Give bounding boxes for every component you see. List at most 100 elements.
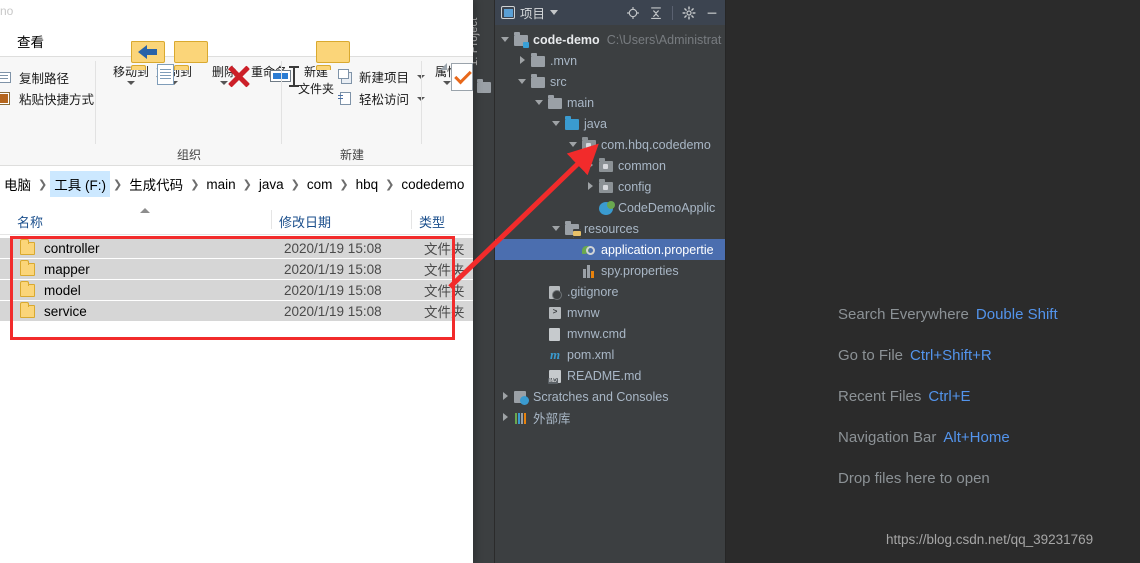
spring-class-icon [598, 200, 615, 216]
chevron-down-icon[interactable] [127, 81, 135, 85]
locate-target-icon[interactable] [626, 6, 640, 20]
file-modified-date: 2020/1/19 15:08 [284, 240, 382, 256]
tree-item-application-propertie[interactable]: application.propertie [495, 239, 725, 260]
twisty-open-icon[interactable] [551, 113, 564, 134]
properties-button[interactable]: 属性 [420, 63, 473, 91]
tree-item-mvnw[interactable]: > mvnw [495, 302, 725, 323]
tree-item-common[interactable]: common [495, 155, 725, 176]
tree-item-scratches-and-consoles[interactable]: Scratches and Consoles [495, 386, 725, 407]
tree-item-com-hbq-codedemo[interactable]: com.hbq.codedemo [495, 134, 725, 155]
breadcrumb-item-2[interactable]: 生成代码 [125, 171, 187, 197]
chevron-down-icon[interactable] [443, 81, 451, 85]
hint-shortcut: Ctrl+Shift+R [910, 347, 992, 364]
breadcrumb-item-1[interactable]: 工具 (F:) [50, 171, 110, 197]
tree-item-resources[interactable]: resources [495, 218, 725, 239]
copy-to-button[interactable]: 复制到 [147, 41, 208, 85]
twisty-closed-icon[interactable] [500, 386, 513, 407]
tree-item-main[interactable]: main [495, 92, 725, 113]
column-header-type[interactable]: 类型 [419, 212, 445, 231]
twisty-open-icon[interactable] [500, 29, 513, 50]
folder-icon [20, 259, 35, 276]
tree-item-java[interactable]: java [495, 113, 725, 134]
twisty-open-icon[interactable] [568, 134, 581, 155]
tree-item--gitignore[interactable]: .gitignore [495, 281, 725, 302]
settings-gear-icon[interactable] [682, 5, 696, 20]
file-row[interactable]: controller 2020/1/19 15:08 文件夹 [0, 238, 473, 259]
folder-icon [20, 280, 35, 297]
screenshot-root: 1: Project 项目 code-demo C:\Users\Adminis… [0, 0, 1140, 563]
tree-item--[interactable]: 外部库 [495, 407, 725, 428]
copy-path-button[interactable]: 复制路径 [0, 68, 69, 87]
hint-shortcut: Double Shift [975, 306, 1058, 323]
hint-row-go-to-file: Go to File Ctrl+Shift+R [838, 344, 1138, 385]
file-row[interactable]: service 2020/1/19 15:08 文件夹 [0, 301, 473, 322]
breadcrumb-item-7[interactable]: codedemo [397, 174, 468, 195]
file-row[interactable]: model 2020/1/19 15:08 文件夹 [0, 280, 473, 301]
scratches-icon [513, 389, 530, 405]
tree-item-code-demo[interactable]: code-demo C:\Users\Administrat [495, 29, 725, 50]
hint-row-search-everywhere: Search Everywhere Double Shift [838, 303, 1138, 344]
new-folder-button[interactable]: 新建 文件夹 [289, 41, 350, 97]
file-modified-date: 2020/1/19 15:08 [284, 261, 382, 277]
easy-access-label: 轻松访问 [359, 93, 410, 107]
tree-item--mvn[interactable]: .mvn [495, 50, 725, 71]
new-item-icon [338, 68, 354, 85]
file-list[interactable]: controller 2020/1/19 15:08 文件夹 mapper 2020/1… [0, 238, 473, 322]
breadcrumb-item-3[interactable]: main [202, 174, 239, 195]
tree-item-label: java [584, 116, 607, 131]
tree-item-mvnw-cmd[interactable]: mvnw.cmd [495, 323, 725, 344]
tree-item-label: .mvn [550, 53, 578, 68]
tree-item-label: resources [584, 221, 639, 236]
collapse-all-icon[interactable] [649, 6, 663, 20]
breadcrumb[interactable]: 电脑 ❯ 工具 (F:) ❯ 生成代码 ❯ main ❯ java ❯ com ❯ hbq ❯ codede… [0, 167, 473, 201]
hide-minimize-icon[interactable] [705, 6, 719, 20]
breadcrumb-item-4[interactable]: java [255, 174, 288, 195]
folder-icon [20, 238, 35, 255]
breadcrumb-separator-icon: ❯ [339, 178, 349, 191]
tab-view[interactable]: 查看 [17, 31, 44, 51]
twisty-closed-icon[interactable] [500, 407, 513, 428]
folder-icon[interactable] [477, 79, 491, 93]
folder-icon [530, 52, 547, 69]
twisty-open-icon[interactable] [517, 71, 530, 92]
file-name: mapper [44, 261, 90, 277]
twisty-closed-icon[interactable] [585, 155, 598, 176]
file-row[interactable]: mapper 2020/1/19 15:08 文件夹 [0, 259, 473, 280]
tree-item-label: main [567, 95, 595, 110]
tree-item-label: pom.xml [567, 347, 615, 362]
paste-shortcut-button[interactable]: 粘贴快捷方式 [0, 89, 94, 108]
twisty-closed-icon[interactable] [585, 176, 598, 197]
chevron-down-icon[interactable] [220, 81, 228, 85]
project-tree[interactable]: code-demo C:\Users\Administrat .mvn src main… [495, 25, 725, 428]
hint-row-drop-files-here-to-open: Drop files here to open [838, 467, 1138, 508]
tree-item-readme-md[interactable]: README.md [495, 365, 725, 386]
twisty-open-icon[interactable] [534, 92, 547, 113]
twisty-closed-icon[interactable] [517, 50, 530, 71]
chevron-down-icon[interactable] [550, 10, 559, 15]
tree-item-label: .gitignore [567, 284, 619, 299]
tree-item-src[interactable]: src [495, 71, 725, 92]
tree-item-spy-properties[interactable]: spy.properties [495, 260, 725, 281]
tool-strip-button-project[interactable]: 1: Project [468, 4, 495, 74]
breadcrumb-item-0[interactable]: 电脑 [0, 171, 35, 197]
twisty-open-icon[interactable] [551, 218, 564, 239]
column-header-date[interactable]: 修改日期 [279, 212, 331, 231]
tree-item-label: Scratches and Consoles [533, 389, 669, 404]
tree-item-config[interactable]: config [495, 176, 725, 197]
window-tab-text: no [0, 4, 14, 18]
column-header-name[interactable]: 名称 [17, 212, 43, 231]
breadcrumb-item-6[interactable]: hbq [352, 174, 383, 195]
external-libraries-icon [513, 410, 530, 426]
new-item-label: 新建项目 [359, 71, 410, 85]
tree-item-pom-xml[interactable]: m pom.xml [495, 344, 725, 365]
watermark-url: https://blog.csdn.net/qq_39231769 [886, 532, 1094, 547]
hint-action: Navigation Bar [838, 429, 937, 446]
new-item-button[interactable]: 新建项目 [338, 67, 426, 86]
breadcrumb-item-5[interactable]: com [303, 174, 337, 195]
column-headers: 名称 修改日期 类型 [0, 205, 473, 235]
shell-script-icon: > [547, 305, 564, 321]
easy-access-button[interactable]: 轻松访问 [338, 89, 426, 108]
tree-item-codedemoapplic[interactable]: CodeDemoApplic [495, 197, 725, 218]
